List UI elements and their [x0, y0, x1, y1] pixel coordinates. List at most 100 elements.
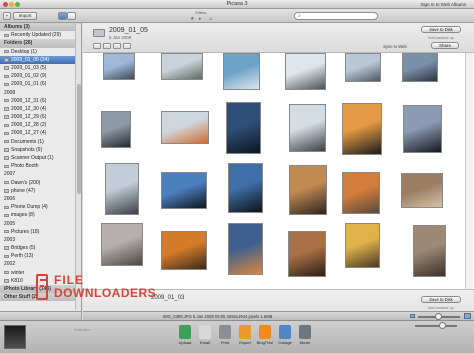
zoom-in-icon[interactable] [464, 313, 471, 319]
sidebar-item-label: Albums (3) [4, 24, 30, 30]
photo-thumbnail[interactable] [161, 53, 203, 80]
photo-thumbnail[interactable] [105, 163, 139, 215]
sidebar-folder-item[interactable]: Documents (1) [0, 138, 81, 146]
sidebar-year-header[interactable]: 2008 [0, 89, 81, 97]
grid-scrollbar[interactable] [465, 53, 473, 297]
sidebar-folder-item[interactable]: images (8) [0, 211, 81, 219]
add-album-button[interactable]: + [3, 12, 11, 20]
photo-thumbnail[interactable] [289, 165, 327, 215]
export-button[interactable]: Export [236, 324, 254, 352]
sidebar-item-label: Snapshots (9) [11, 146, 43, 153]
photo-thumbnail[interactable] [103, 53, 135, 80]
sidebar-folder-item[interactable]: Dawn's (200) [0, 179, 81, 187]
blogthis-button[interactable]: BlogThis! [256, 324, 274, 352]
tray-selected-thumbnail[interactable] [4, 325, 26, 349]
sidebar-folder-item[interactable]: phone (47) [0, 187, 81, 195]
sidebar-year-header[interactable]: 2002 [0, 260, 81, 268]
video-filter-icon[interactable]: ▸ [199, 16, 202, 22]
watermark-line1: FILE [54, 273, 84, 287]
sidebar-item-label: winter [11, 269, 25, 276]
upload-button[interactable]: Upload [176, 324, 194, 352]
photo-thumbnail[interactable] [342, 172, 380, 214]
save-to-disk-button[interactable]: Save to Disk [421, 26, 461, 33]
sidebar-scrollbar[interactable] [75, 24, 81, 310]
photo-thumbnail[interactable] [342, 103, 382, 155]
photo-thumbnail[interactable] [228, 163, 263, 213]
sign-in-web-albums-link[interactable]: Sign In to Web Albums [421, 2, 466, 7]
sidebar-section-header[interactable]: Folders (26) [0, 39, 81, 48]
zoom-out-icon[interactable] [410, 314, 415, 318]
import-button[interactable]: Import [13, 12, 37, 20]
print-button[interactable]: Print [216, 324, 234, 352]
folder-icon [4, 107, 9, 111]
photo-thumbnail[interactable] [289, 104, 326, 152]
sidebar-folder-item[interactable]: Snapshots (9) [0, 146, 81, 154]
sidebar-folder-item[interactable]: 2008_12_27 (4) [0, 129, 81, 137]
sidebar-scroll-thumb[interactable] [77, 84, 81, 194]
status-bar: IMG_0380.JPG 5 Jan 2009 09:05 2592x1944 … [83, 311, 474, 320]
sidebar-year-header[interactable]: 2007 [0, 170, 81, 178]
sidebar-folder-item[interactable]: Recently Updated (29) [0, 31, 81, 39]
share-button[interactable]: Share [431, 42, 459, 49]
photo-thumbnail[interactable] [223, 53, 260, 90]
folder-options-button[interactable] [113, 43, 121, 49]
sidebar-folder-item[interactable]: Bridges (5) [0, 244, 81, 252]
photo-thumbnail[interactable] [403, 105, 442, 153]
sidebar-folder-item[interactable]: Photo Booth [0, 162, 81, 170]
sidebar-year-header[interactable]: 2005 [0, 220, 81, 228]
photo-thumbnail[interactable] [401, 173, 443, 208]
photo-thumbnail[interactable] [228, 223, 263, 275]
search-input[interactable] [294, 12, 378, 20]
photo-thumbnail[interactable] [161, 231, 207, 270]
email-button[interactable]: Email [196, 324, 214, 352]
sidebar-folder-item[interactable]: Scanner Output (1) [0, 154, 81, 162]
photo-thumbnail[interactable] [285, 53, 326, 90]
sidebar-section-header[interactable]: Albums (3) [0, 23, 81, 32]
sidebar-folder-item[interactable]: 2009_01_02 (9) [0, 72, 81, 80]
tree-view-button[interactable] [67, 12, 76, 20]
sidebar-item-label: images (8) [11, 212, 35, 219]
photo-thumbnail[interactable] [345, 53, 381, 82]
photo-thumbnail[interactable] [226, 102, 261, 154]
folder-icon [4, 58, 9, 62]
face-filter-icon[interactable]: ☺ [208, 16, 213, 22]
sidebar-folder-item[interactable]: 2009_01_01 (6) [0, 80, 81, 88]
folder-name[interactable]: 2009_01_05 [109, 27, 148, 34]
sidebar-folder-item[interactable]: Desktop (1) [0, 48, 81, 56]
sidebar-year-header[interactable]: 2006 [0, 195, 81, 203]
photo-thumbnail[interactable] [413, 225, 446, 277]
sidebar-folder-item[interactable]: 2008_12_28 (2) [0, 121, 81, 129]
sidebar-folder-item[interactable]: 2009_01_05 (24) [0, 55, 81, 64]
sidebar-folder-item[interactable]: 2009_01_03 (5) [0, 64, 81, 72]
reveal-folder-button[interactable] [123, 43, 131, 49]
photo-thumbnail[interactable] [288, 231, 326, 277]
star-filter-icon[interactable]: ★ [190, 16, 194, 22]
tray-slider[interactable] [415, 325, 457, 327]
photo-thumbnail[interactable] [161, 111, 209, 144]
sidebar-folder-item[interactable]: 2008_12_31 (6) [0, 97, 81, 105]
next-save-to-disk-button[interactable]: Save to Disk [421, 296, 461, 303]
play-slideshow-button[interactable] [93, 43, 101, 49]
zoom-slider-knob[interactable] [435, 313, 442, 320]
photo-thumbnail[interactable] [101, 223, 143, 266]
sidebar-folder-item[interactable]: 2008_12_29 (6) [0, 113, 81, 121]
folder-icon [4, 213, 9, 218]
sidebar-folder-item[interactable]: Phone Dump (4) [0, 203, 81, 211]
sidebar-folder-item[interactable]: 2008_12_30 (4) [0, 105, 81, 113]
folder-icon [4, 180, 9, 185]
sidebar-year-header[interactable]: 2003 [0, 236, 81, 244]
folder-view-button[interactable] [58, 12, 67, 20]
sidebar-item-label: Dawn's (200) [11, 179, 41, 186]
photo-thumbnail[interactable] [345, 223, 380, 268]
sidebar-item-label: 2009_01_03 (5) [11, 64, 47, 71]
collage-button[interactable]: Collage [276, 324, 294, 352]
tray-slider-knob[interactable] [439, 322, 446, 329]
sidebar-folder-item[interactable]: Pictures (18) [0, 228, 81, 236]
photo-thumbnail[interactable] [101, 111, 131, 148]
photo-thumbnail[interactable] [161, 172, 207, 209]
movie-button[interactable]: Movie [296, 324, 314, 352]
sidebar-item-label: 2009_01_05 (24) [11, 56, 50, 63]
sidebar-folder-item[interactable]: Perth (13) [0, 252, 81, 260]
photo-thumbnail[interactable] [402, 53, 438, 82]
edit-folder-button[interactable] [103, 43, 111, 49]
